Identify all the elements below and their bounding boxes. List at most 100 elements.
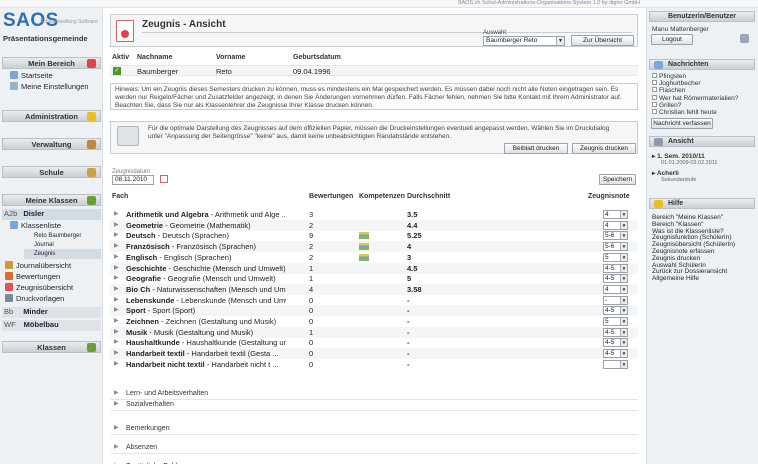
durchschnitt-value: - (407, 295, 410, 305)
zeugnisdatum-input[interactable]: 08.11.2010 (112, 175, 154, 185)
triangle-right-icon: ▶ (114, 339, 119, 346)
zeugnisnote-select[interactable]: 4-5 ▼ (603, 274, 628, 284)
house-icon (10, 71, 18, 79)
bewertungen-count: 0 (309, 338, 314, 348)
message-item[interactable]: Christian fehlt heute (652, 109, 717, 116)
table-row[interactable]: ▶ Geografie - Geografie (Mensch und Umwel… (110, 273, 638, 284)
table-row[interactable]: ▶ Arithmetik und Algebra - Arithmetik und… (110, 209, 638, 220)
subject-name: Lebenskunde - Lebenskunde (Mensch und Um… (126, 295, 286, 306)
calendar-icon[interactable] (160, 175, 168, 183)
table-row[interactable]: ▶ Haushaltkunde - Haushaltkunde (Gestaltu… (110, 337, 638, 348)
section-toggle[interactable]: ▶ Bemerkungen (110, 423, 638, 434)
table-row[interactable]: ▶ Französisch - Französisch (Sprachen) 2 4 5… (110, 241, 638, 253)
table-row[interactable]: ▶ Sport - Sport (Sport) 0 - 4-5 ▼ (110, 305, 638, 317)
table-row[interactable]: ▶ Englisch - Englisch (Sprachen) 2 3 5 ▼ (110, 252, 638, 263)
main-content: Zeugnis - Ansicht Auswahl: Baumberger Re… (110, 14, 638, 464)
schule-label: Schule (39, 168, 64, 177)
message-item[interactable]: Joghurtbecher (652, 80, 701, 87)
class-wf-name: Möbelbau (23, 320, 59, 329)
zeugnisnote-select[interactable]: 5 ▼ (603, 252, 628, 262)
zeugnisnote-select[interactable]: 4-5 ▼ (603, 306, 628, 316)
nav-einstellungen[interactable]: Meine Einstellungen (10, 82, 89, 92)
klassen-header[interactable]: Klassen (2, 341, 101, 353)
zeugnisnote-select[interactable]: 5-6 ▼ (603, 242, 628, 252)
subject-short: Bio Ch (126, 284, 151, 294)
chevron-down-icon: ▼ (620, 232, 627, 240)
message-item[interactable]: Flaschen (652, 87, 685, 94)
section-label: Sozialverhalten (126, 401, 174, 408)
section-label: Absenzen (126, 444, 158, 451)
list-icon (10, 221, 18, 229)
verwaltung-header[interactable]: Verwaltung (2, 138, 101, 150)
table-row[interactable]: ▶ Geometrie - Geometrie (Mathematik) 2 4.4 4… (110, 219, 638, 231)
message-label: Pfingsten (659, 73, 687, 80)
table-row[interactable]: ▶ Handarbeit textil - Handarbeit textil (… (110, 348, 638, 360)
student-nachname: Baumberger (137, 67, 179, 76)
school-level: Sekundarstufe (661, 177, 697, 183)
school-unit[interactable]: ▸ Acherli (652, 170, 679, 177)
nachricht-verfassen-button[interactable]: Nachricht verfassen (651, 118, 713, 129)
subject-name: Deutsch - Deutsch (Sprachen) (126, 230, 286, 241)
nav-journaluebersicht[interactable]: Journalübersicht (5, 261, 71, 271)
zeugnisnote-select[interactable]: 5-6 ▼ (603, 231, 628, 241)
class-disler[interactable]: A2b Disler (2, 209, 101, 220)
nav-zeugnisuebersicht[interactable]: Zeugnisübersicht (5, 283, 73, 293)
section-toggle[interactable]: ▶ Lern- und Arbeitsverhalten (110, 388, 638, 399)
zeugnisnote-select[interactable]: 4-5 ▼ (603, 349, 628, 359)
zeugnisnote-select[interactable]: 4-5 ▼ (603, 327, 628, 337)
beiblatt-drucken-button[interactable]: Beiblatt drucken (504, 143, 568, 154)
nav-klassenliste[interactable]: Klassenliste (10, 221, 61, 231)
section-toggle[interactable]: ▶ Absenzen (110, 442, 638, 453)
durchschnitt-value: - (407, 327, 410, 337)
table-row[interactable]: ▶ Zeichnen - Zeichnen (Gestaltung und Mus… (110, 316, 638, 327)
bewertungen-count: 1 (309, 263, 314, 273)
settings-icon[interactable] (740, 34, 749, 43)
meine-klassen-header[interactable]: Meine Klassen (2, 194, 101, 206)
nav-druckvorlagen[interactable]: Druckvorlagen (5, 294, 64, 304)
mein-bereich-header[interactable]: Mein Bereich (2, 57, 101, 69)
mein-bereich-label: Mein Bereich (28, 59, 75, 68)
table-row[interactable]: ▶ Deutsch - Deutsch (Sprachen) 9 5.25 5-6 ▼ (110, 230, 638, 241)
table-row[interactable]: ▶ Geschichte - Geschichte (Mensch und Umw… (110, 262, 638, 274)
section-toggle[interactable]: ▶ Sozialverhalten (110, 399, 638, 410)
schule-header[interactable]: Schule (2, 166, 101, 178)
administration-header[interactable]: Administration (2, 110, 101, 122)
speichern-button[interactable]: Speichern (599, 174, 636, 185)
student-select[interactable]: Baumberger Reto ▼ (483, 36, 565, 46)
nav-zeugnis[interactable]: Zeugnis (24, 249, 101, 259)
message-item[interactable]: Pfingsten (652, 73, 686, 80)
semester[interactable]: ▸ 1. Sem. 2010/11 (652, 153, 705, 160)
zeugnisnote-select[interactable]: ▼ (603, 359, 628, 369)
table-row[interactable]: ▶ Musik - Musik (Gestaltung und Musik) 1 - 4… (110, 326, 638, 338)
logout-button[interactable]: Logout (651, 34, 693, 45)
zeugnisnote-value: 4 (605, 211, 609, 218)
zeugnisnote-select[interactable]: 4 ▼ (603, 284, 628, 294)
subject-name: Handarbeit nicht textil - Handarbeit nic… (126, 359, 286, 370)
zeugnisnote-select[interactable]: 4-5 ▼ (603, 338, 628, 348)
message-item[interactable]: Grillen? (652, 101, 681, 109)
table-row[interactable]: ▶ Handarbeit nicht textil - Handarbeit ni… (110, 359, 638, 370)
nav-startseite-label: Startseite (21, 71, 53, 80)
class-minder[interactable]: Bb Minder (2, 307, 101, 318)
durchschnitt-value: - (407, 338, 410, 348)
zeugnisnote-select[interactable]: 4 ▼ (603, 220, 628, 230)
zeugnisnote-select[interactable]: 4 ▼ (603, 210, 628, 219)
zeugnisnote-select[interactable]: - ▼ (603, 295, 628, 305)
triangle-right-icon: ▶ (114, 390, 119, 396)
message-item[interactable]: Wer hat Römermaterialien? (652, 94, 738, 102)
zeugnisnote-value: 5-6 (605, 243, 615, 251)
table-row[interactable]: ▶ Lebenskunde - Lebenskunde (Mensch und U… (110, 295, 638, 306)
help-link[interactable]: Allgemeine Hilfe (652, 275, 699, 282)
zeugnis-drucken-button[interactable]: Zeugnis drucken (572, 143, 636, 154)
student-select-value: Baumberger Reto (486, 37, 538, 44)
nav-bewertungen[interactable]: Bewertungen (5, 272, 60, 282)
zeugnisnote-select[interactable]: 5 ▼ (603, 317, 628, 326)
nav-startseite[interactable]: Startseite (10, 71, 53, 81)
zur-uebersicht-button[interactable]: Zur Übersicht (571, 35, 634, 46)
table-row[interactable]: ▶ Bio Ch - Naturwissenschaften (Mensch un… (110, 283, 638, 295)
student-row[interactable]: ✓ Baumberger Reto 09.04.1996 (110, 65, 638, 76)
class-code: A2b (4, 209, 18, 218)
meine-klassen-label: Meine Klassen (25, 196, 78, 205)
zeugnisnote-select[interactable]: 4-5 ▼ (603, 263, 628, 273)
class-moebelbau[interactable]: WF Möbelbau (2, 320, 101, 331)
